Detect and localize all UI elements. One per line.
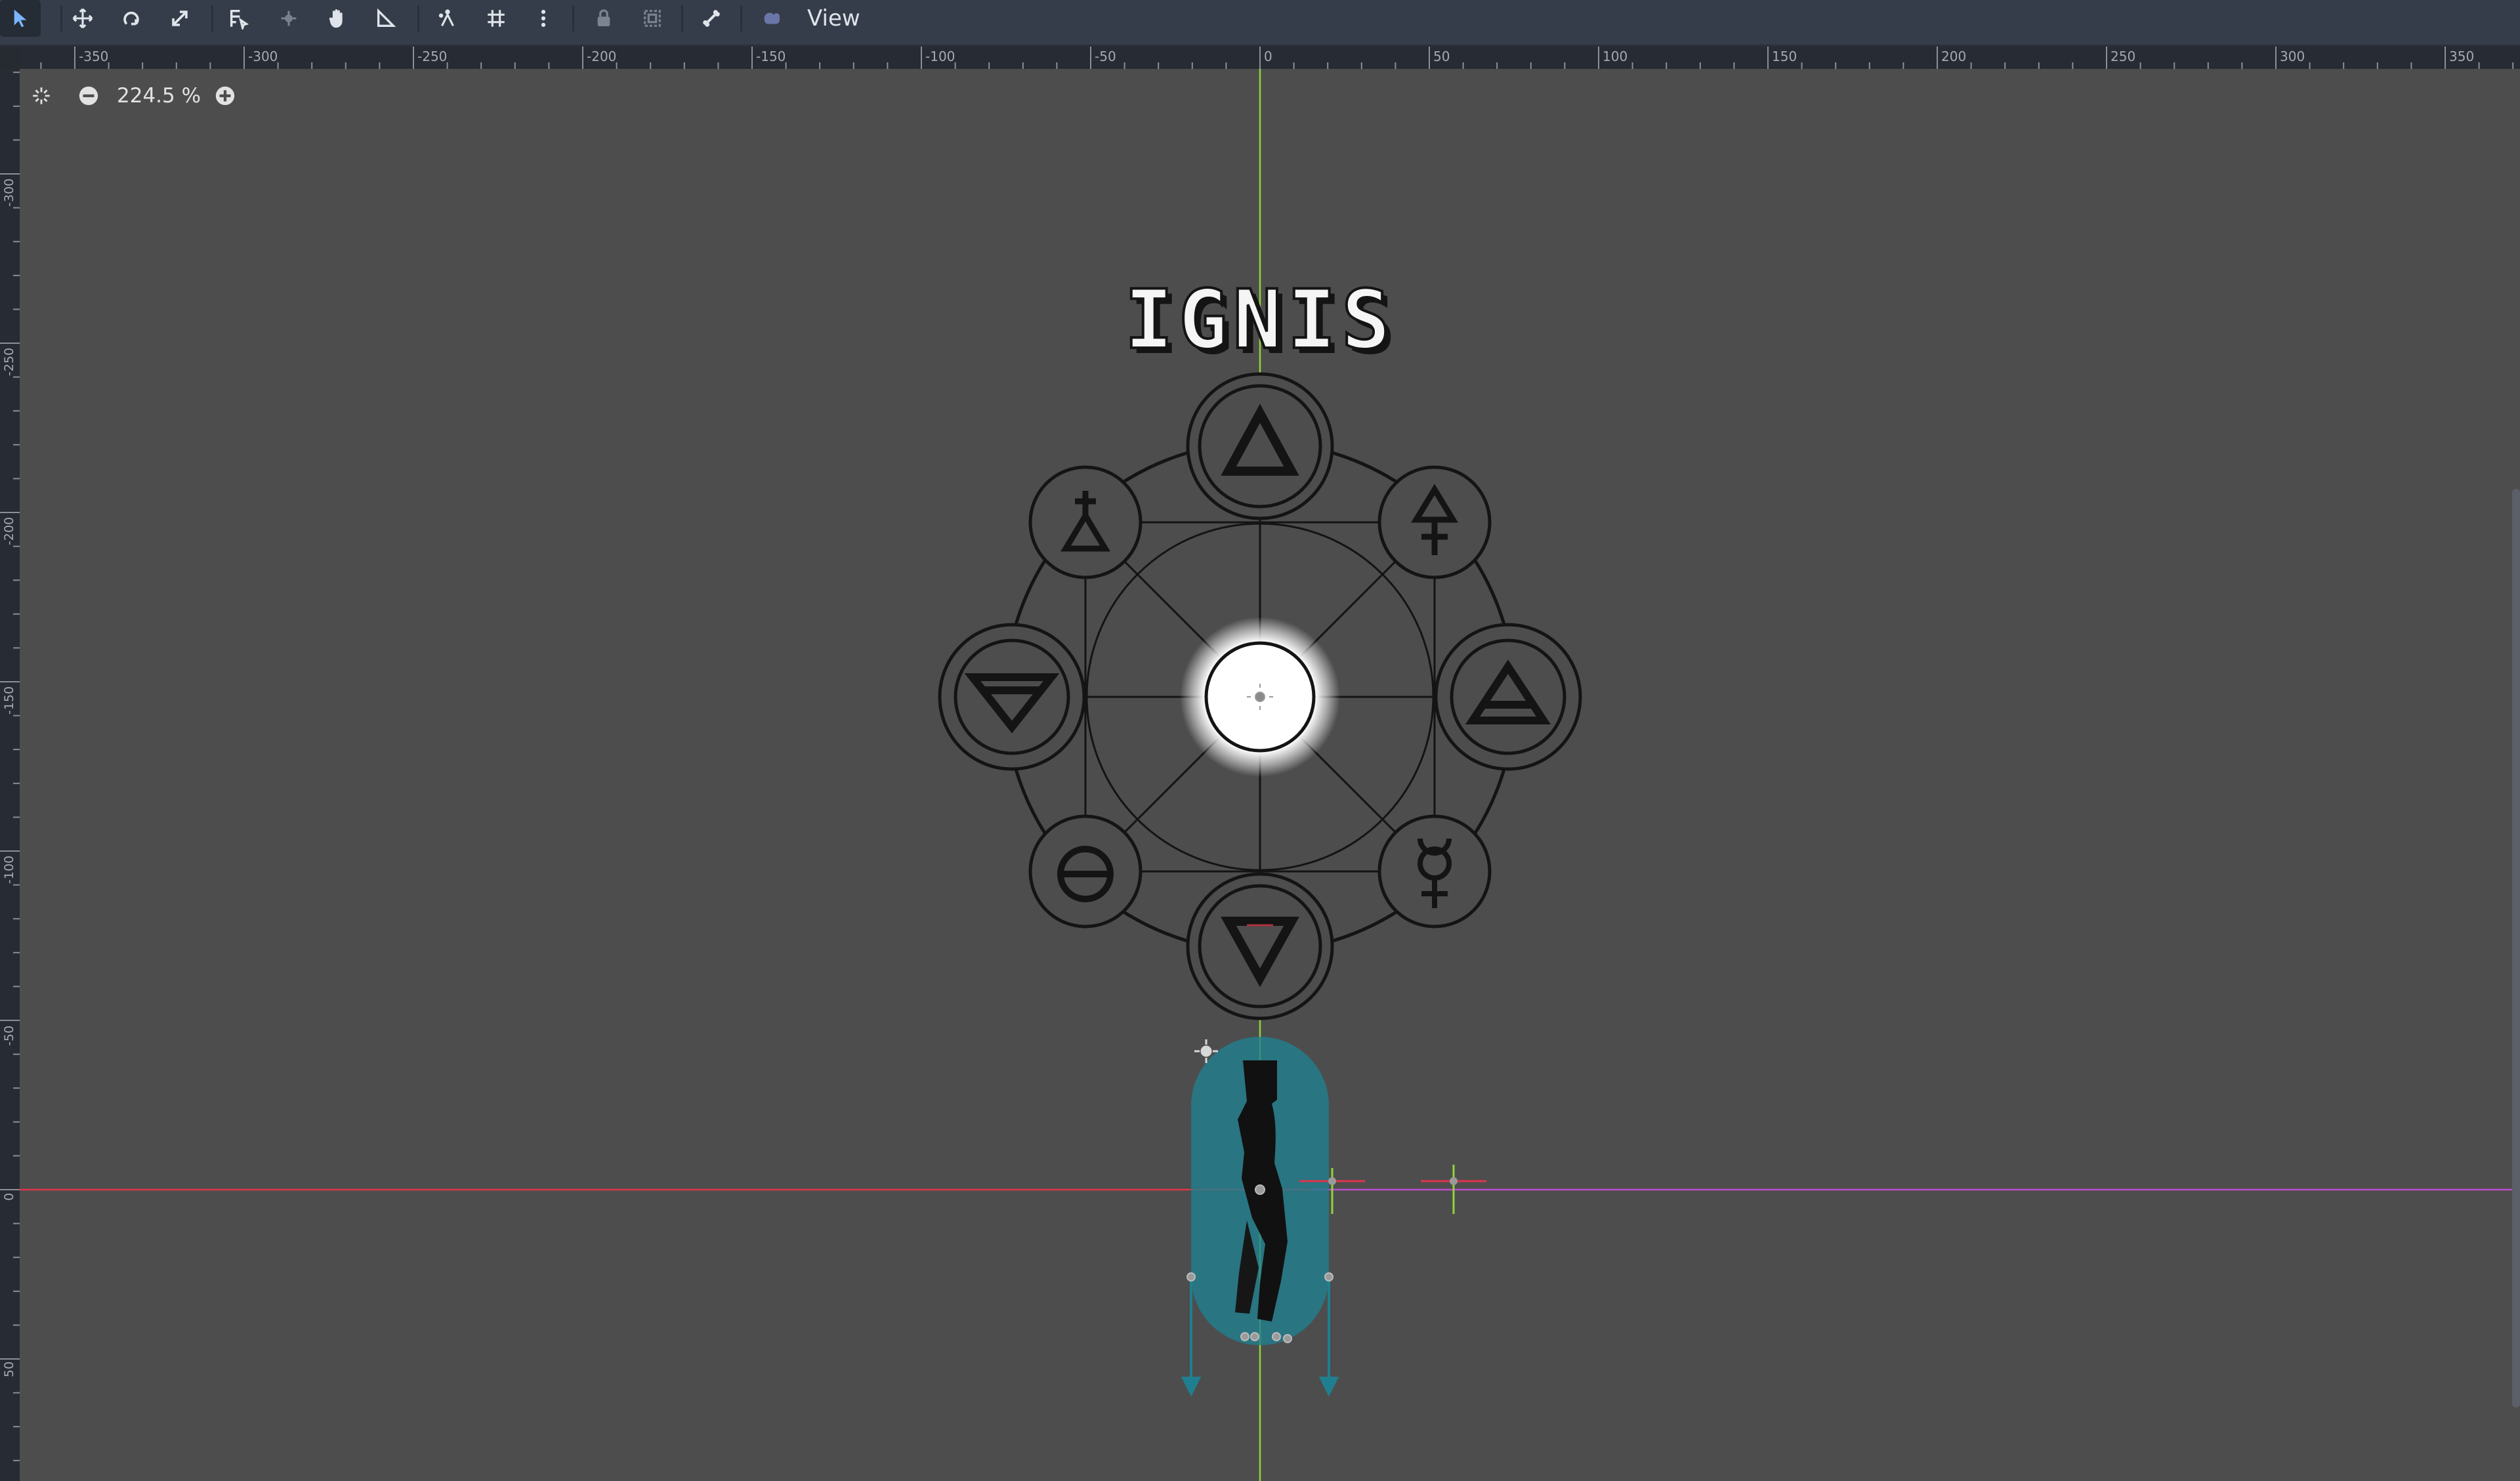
ruler-label: -300 xyxy=(248,49,278,64)
brimstone-symbol[interactable] xyxy=(1377,465,1492,579)
smart-snap-button[interactable] xyxy=(430,0,465,37)
player-character[interactable] xyxy=(1181,1037,1339,1397)
ignis-title[interactable]: IGNIS IGNIS xyxy=(1123,272,1400,373)
zoom-in-icon xyxy=(215,86,235,106)
ruler-corner xyxy=(0,47,20,69)
scene-canvas[interactable]: IGNIS IGNIS xyxy=(20,69,2520,1481)
fire-symbol[interactable] xyxy=(1186,372,1334,520)
ignis-title-text: IGNIS xyxy=(1124,273,1395,367)
horizontal-ruler[interactable]: -350 -300 -250 -200 -150 -100 -50 0 50 100 150 200 2… xyxy=(0,47,2520,69)
group-icon xyxy=(644,10,661,27)
ruler-label: -150 xyxy=(756,49,786,64)
select-mode-button[interactable] xyxy=(0,0,41,37)
lock-icon xyxy=(597,9,610,26)
mercury-symbol[interactable] xyxy=(1377,814,1492,928)
ruler-label: -100 xyxy=(2,856,16,884)
ruler-label: 50 xyxy=(1433,49,1450,64)
ruler-mode-button[interactable] xyxy=(369,0,403,37)
ruler-label: -50 xyxy=(2,1026,16,1046)
vertical-scrollbar[interactable] xyxy=(2512,489,2520,1408)
move-mode-button[interactable] xyxy=(66,0,100,37)
pivot-icon xyxy=(281,10,297,26)
earth-symbol[interactable] xyxy=(1186,872,1334,1020)
water-symbol[interactable] xyxy=(938,623,1086,771)
ruler-label: 100 xyxy=(1603,49,1628,64)
canvas-viewport[interactable]: IGNIS IGNIS xyxy=(20,69,2520,1481)
lock-button[interactable] xyxy=(587,0,621,37)
ruler-label: 50 xyxy=(2,1362,16,1377)
zoom-reset-button[interactable] xyxy=(26,81,56,111)
ruler-label: 200 xyxy=(1941,49,1966,64)
zoom-reset-icon xyxy=(33,87,50,104)
snap-icon xyxy=(438,9,454,27)
list-select-button[interactable] xyxy=(222,0,256,37)
ruler-label: -250 xyxy=(2,348,16,376)
snap-options-button[interactable] xyxy=(526,0,560,37)
ruler-label: 150 xyxy=(1772,49,1797,64)
ruler-label: 0 xyxy=(2,1193,16,1201)
pan-mode-button[interactable] xyxy=(320,0,354,37)
rotate-mode-button[interactable] xyxy=(114,0,148,37)
ruler-icon xyxy=(377,8,396,28)
group-button[interactable] xyxy=(635,0,669,37)
ruler-label: -50 xyxy=(1095,49,1116,64)
zoom-out-button[interactable] xyxy=(74,81,104,111)
zoom-out-icon xyxy=(79,86,98,106)
zoom-level[interactable]: 224.5 % xyxy=(117,84,201,108)
scale-icon xyxy=(172,10,188,26)
view-menu-button[interactable]: View xyxy=(807,0,860,37)
air-symbol[interactable] xyxy=(1434,623,1582,771)
hand-icon xyxy=(329,9,343,28)
move-arrows-icon xyxy=(72,8,93,29)
ruler-label: -350 xyxy=(79,49,108,64)
salt-symbol[interactable] xyxy=(1028,814,1143,928)
camera-override-button[interactable] xyxy=(755,0,789,37)
scale-mode-button[interactable] xyxy=(163,0,197,37)
ruler-label: -150 xyxy=(2,686,16,715)
kebab-icon xyxy=(541,9,546,28)
bone-icon xyxy=(703,10,720,27)
ruler-label: -300 xyxy=(2,178,16,207)
sulfur-symbol[interactable] xyxy=(1028,465,1143,579)
ruler-label: 250 xyxy=(2110,49,2135,64)
zoom-in-button[interactable] xyxy=(210,81,240,111)
zoom-widget: 224.5 % xyxy=(26,77,240,114)
ruler-label: 300 xyxy=(2280,49,2305,64)
ruler-label: -200 xyxy=(587,49,616,64)
vertical-ruler[interactable]: -300 -250 -200 -150 -100 -50 0 50 xyxy=(0,47,20,1481)
ruler-label: 350 xyxy=(2449,49,2474,64)
grid-icon xyxy=(488,10,505,27)
list-select-icon xyxy=(230,9,249,30)
canvas-editor: View -350 -300 -250 -200 -150 -100 -50 0 50 100 15… xyxy=(0,0,2520,1481)
camera-icon xyxy=(764,12,780,24)
rotate-icon xyxy=(123,11,139,26)
ruler-label: -100 xyxy=(925,49,955,64)
grid-snap-button[interactable] xyxy=(479,0,513,37)
view-menu-label: View xyxy=(807,5,860,31)
pivot-mode-button[interactable] xyxy=(272,0,306,37)
ruler-label: -250 xyxy=(417,49,447,64)
arrow-pointer-icon xyxy=(14,9,27,28)
skeleton-button[interactable] xyxy=(694,0,728,37)
ruler-label: -200 xyxy=(2,517,16,545)
ruler-label: 0 xyxy=(1264,49,1272,64)
editor-toolbar: View xyxy=(0,0,2520,47)
